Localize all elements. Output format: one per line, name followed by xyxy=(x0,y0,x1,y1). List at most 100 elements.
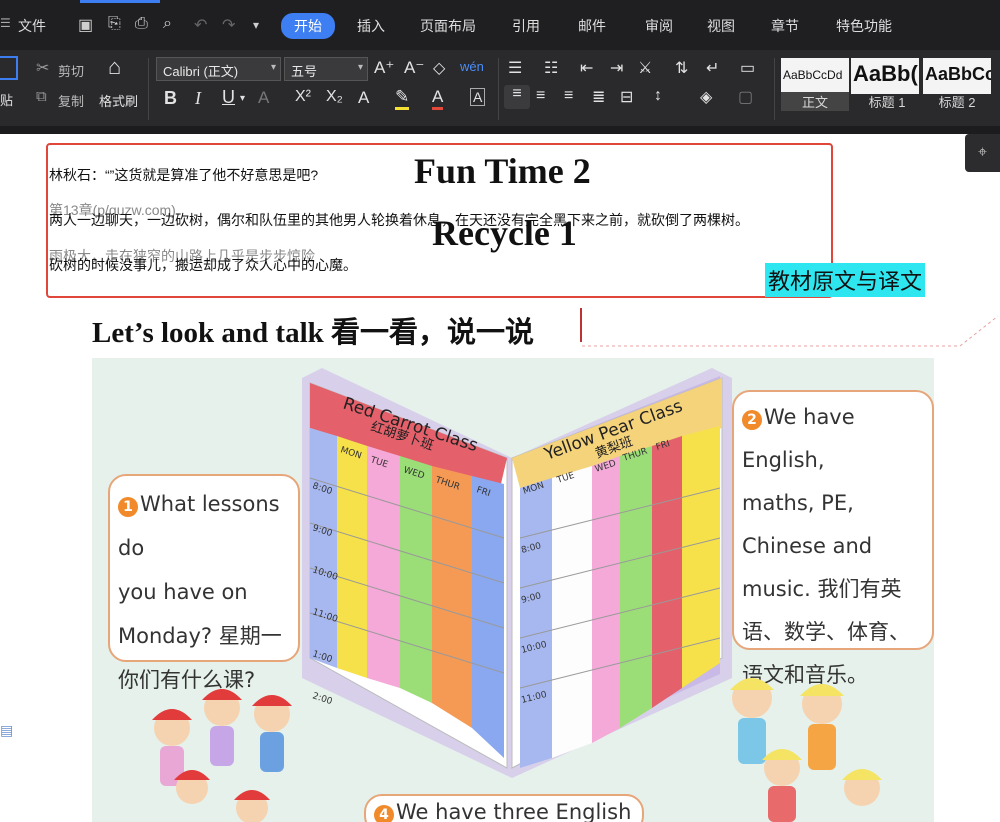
sort-icon[interactable]: ⇅ xyxy=(675,58,688,78)
tab-home[interactable]: 开始 xyxy=(281,13,335,39)
scissors-icon[interactable]: ✂ xyxy=(36,58,49,78)
style-heading2-label[interactable]: 标题 2 xyxy=(923,92,991,111)
doc-nav-icon[interactable]: ▤ xyxy=(0,722,13,739)
speech-bubble-2: 2 We have English, maths, PE, Chinese and… xyxy=(732,390,934,687)
align-left-icon[interactable]: ≡ xyxy=(504,85,530,109)
location-icon[interactable]: ⌖ xyxy=(965,134,1000,172)
section-tag: 教材原文与译文 xyxy=(765,263,926,297)
selection-frame[interactable] xyxy=(46,143,833,298)
chinese-layout-icon[interactable]: ⚔ xyxy=(638,58,652,78)
time-label: 2:00 xyxy=(311,691,334,707)
clear-format-icon[interactable]: ◇ xyxy=(433,58,445,78)
bubble2-line: music. 我们有英 xyxy=(742,577,902,601)
font-color-icon[interactable]: A xyxy=(432,87,444,110)
bold-icon[interactable]: B xyxy=(164,88,177,109)
italic-icon[interactable]: I xyxy=(195,88,201,109)
bubble1-line: What lessons do xyxy=(118,492,280,560)
paste-icon[interactable] xyxy=(0,56,18,80)
bubble2-line: maths, PE, xyxy=(742,491,854,515)
bubble2-line: Chinese and xyxy=(742,534,873,558)
table-icon[interactable]: ▭ xyxy=(740,58,755,78)
speech-bubble-4: 4 We have three English xyxy=(364,794,644,822)
line-spacing-icon[interactable]: ↕ xyxy=(654,87,662,105)
cut-button[interactable]: 剪切 xyxy=(58,61,84,80)
font-name-select[interactable]: Calibri (正文) ▾ xyxy=(156,57,281,81)
style-normal-label[interactable]: 正文 xyxy=(781,92,849,111)
text-effect-icon[interactable]: A xyxy=(358,88,369,108)
align-right-icon[interactable]: ≡ xyxy=(564,87,573,105)
strikethrough-icon[interactable]: A xyxy=(258,88,269,108)
ribbon-separator xyxy=(498,58,499,120)
char-border-icon[interactable]: A xyxy=(470,88,486,106)
ribbon: 贴 ✂ 剪切 ⧉ 复制 ⌂ 格式刷 Calibri (正文) ▾ 五号 ▾ A⁺… xyxy=(0,50,1000,126)
chevron-down-icon[interactable]: ▾ xyxy=(240,93,245,104)
chevron-down-icon: ▾ xyxy=(270,62,276,73)
format-painter-icon[interactable]: ⌂ xyxy=(108,54,121,80)
paste-label[interactable]: 贴 xyxy=(0,90,13,109)
bubble-number: 1 xyxy=(118,497,138,517)
distribute-icon[interactable]: ⊟ xyxy=(620,87,633,107)
superscript-icon[interactable]: X² xyxy=(295,88,311,106)
font-name-value: Calibri (正文) xyxy=(163,64,239,79)
tab-insert[interactable]: 插入 xyxy=(357,16,385,36)
subscript-icon[interactable]: X₂ xyxy=(326,88,343,106)
tab-section[interactable]: 章节 xyxy=(771,16,799,36)
export-icon[interactable]: ⎘ xyxy=(108,15,121,33)
quick-access-dropdown-icon[interactable]: ▾ xyxy=(253,18,259,32)
font-size-select[interactable]: 五号 ▾ xyxy=(284,57,368,81)
underline-icon[interactable]: U xyxy=(222,87,235,108)
bubble-number: 4 xyxy=(374,805,394,822)
comment-connector xyxy=(582,315,999,347)
print-icon[interactable]: ⎙ xyxy=(135,15,148,33)
style-heading1-preview[interactable]: AaBb( xyxy=(851,58,919,94)
chevron-down-icon: ▾ xyxy=(357,62,363,73)
tab-view[interactable]: 视图 xyxy=(707,16,735,36)
phonetic-guide-icon[interactable]: wén xyxy=(460,59,484,74)
grow-font-icon[interactable]: A⁺ xyxy=(374,58,394,78)
show-marks-icon[interactable]: ↵ xyxy=(706,58,719,78)
highlight-icon[interactable]: ✎ xyxy=(395,87,410,110)
undo-icon[interactable]: ↶ xyxy=(194,15,207,35)
tab-references[interactable]: 引用 xyxy=(512,16,540,36)
align-center-icon[interactable]: ≡ xyxy=(536,87,545,105)
shrink-font-icon[interactable]: A⁻ xyxy=(404,58,424,78)
style-heading1-label[interactable]: 标题 1 xyxy=(853,92,921,111)
bubble2-line: 语、数学、体育、 xyxy=(742,620,910,644)
children-left xyxy=(152,689,292,822)
redo-icon[interactable]: ↷ xyxy=(222,15,235,35)
bubble4-line: We have three English xyxy=(396,800,632,822)
copy-icon[interactable]: ⧉ xyxy=(36,88,47,105)
style-normal-preview[interactable]: AaBbCcDd xyxy=(781,58,849,94)
section-heading: Let’s look and talk 看一看，说一说 xyxy=(92,317,535,349)
bubble-number: 2 xyxy=(742,410,762,430)
menu-accent-bar xyxy=(80,0,160,3)
shading-icon[interactable]: ◈ xyxy=(700,87,712,107)
tab-special-features[interactable]: 特色功能 xyxy=(836,16,892,36)
font-size-value: 五号 xyxy=(291,64,318,79)
save-icon[interactable]: ▣ xyxy=(78,15,93,35)
bubble1-line: you have on xyxy=(118,580,248,604)
justify-icon[interactable]: ≣ xyxy=(592,87,605,107)
menu-icon[interactable]: ☰ xyxy=(0,16,11,30)
tab-page-layout[interactable]: 页面布局 xyxy=(420,16,476,36)
bullet-list-icon[interactable]: ☰ xyxy=(508,58,522,78)
ribbon-separator xyxy=(148,58,149,120)
print-preview-icon[interactable]: ⌕ xyxy=(163,15,172,33)
children-right xyxy=(730,678,882,822)
speech-bubble-1: 1 What lessons do you have on Monday? 星期一… xyxy=(108,474,300,692)
tab-mailings[interactable]: 邮件 xyxy=(578,16,606,36)
textbook-illustration: Red Carrot Class 红胡萝卜班 Yellow Pear Class… xyxy=(92,358,934,822)
style-heading2-preview[interactable]: AaBbCc xyxy=(923,58,991,94)
decrease-indent-icon[interactable]: ⇤ xyxy=(580,58,593,78)
bubble1-line: Monday? 星期一 xyxy=(118,624,282,648)
ribbon-separator xyxy=(774,58,775,120)
copy-button[interactable]: 复制 xyxy=(58,91,84,110)
menu-bar: ☰ 文件 ▣ ⎘ ⎙ ⌕ ↶ ↷ ▾ 开始 插入 页面布局 引用 邮件 审阅 视… xyxy=(0,0,1000,50)
file-menu[interactable]: 文件 xyxy=(18,16,46,36)
increase-indent-icon[interactable]: ⇥ xyxy=(610,58,623,78)
borders-icon[interactable]: ▢ xyxy=(738,87,753,107)
format-painter-button[interactable]: 格式刷 xyxy=(99,91,138,110)
tab-review[interactable]: 审阅 xyxy=(645,16,673,36)
numbered-list-icon[interactable]: ☷ xyxy=(544,58,558,78)
ribbon-bottom-strip xyxy=(0,126,1000,134)
